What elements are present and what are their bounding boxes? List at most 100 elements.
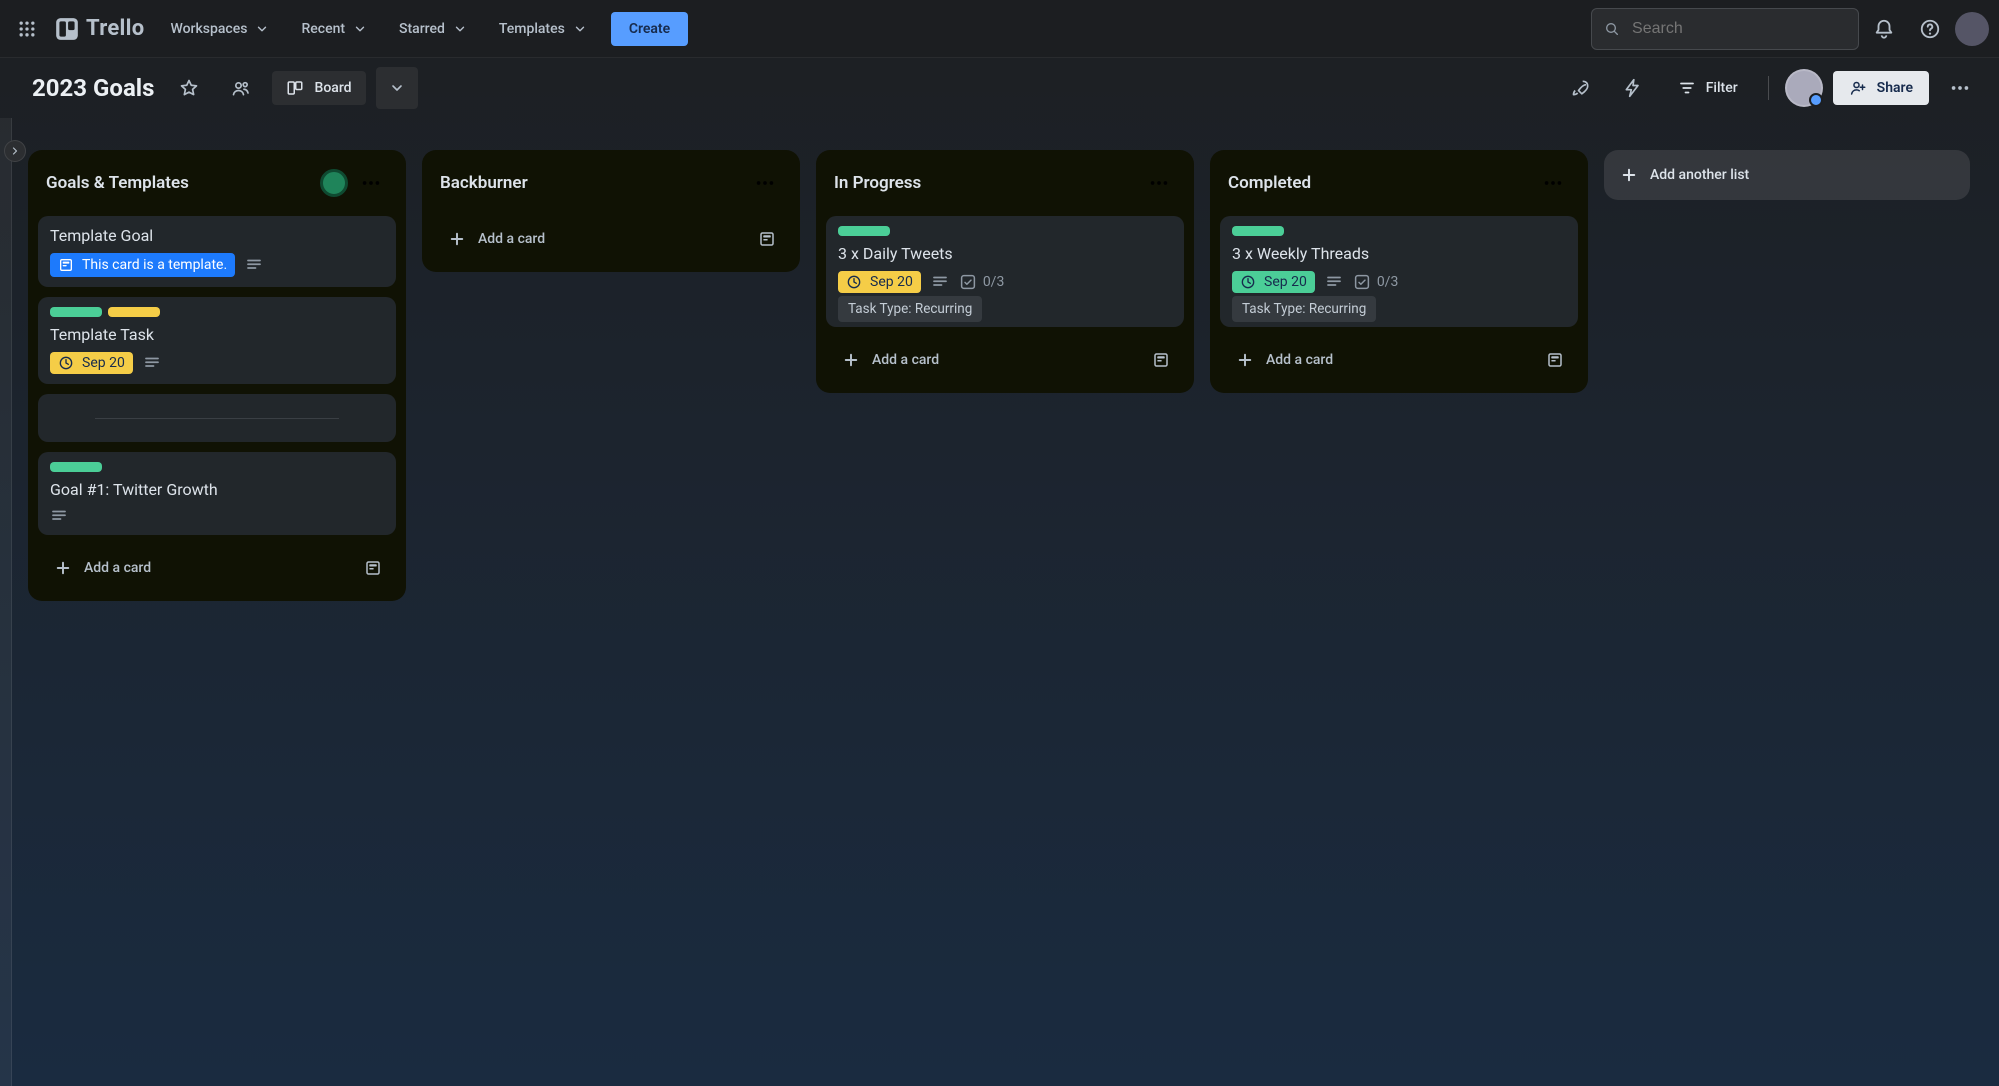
search-icon xyxy=(1604,20,1620,38)
separator-card[interactable] xyxy=(38,394,396,442)
user-avatar[interactable] xyxy=(1955,12,1989,46)
description-icon xyxy=(50,507,68,525)
card[interactable]: 3 x Daily TweetsSep 200/3Task Type: Recu… xyxy=(826,216,1184,327)
board-menu-button[interactable] xyxy=(1939,67,1981,109)
add-card-button[interactable]: Add a card xyxy=(832,343,949,377)
powerups-button[interactable] xyxy=(1560,67,1602,109)
list-goals: Goals & Templates Template Goal This car… xyxy=(28,150,406,601)
nav-templates[interactable]: Templates xyxy=(485,13,601,45)
view-switcher-board[interactable]: Board xyxy=(272,71,365,105)
share-label: Share xyxy=(1877,80,1913,96)
list-menu-button[interactable] xyxy=(1142,166,1176,200)
checklist-count: 0/3 xyxy=(983,274,1005,290)
description-icon xyxy=(245,256,263,274)
filter-label: Filter xyxy=(1706,80,1738,96)
custom-field-chip: Task Type: Recurring xyxy=(1232,296,1376,322)
checklist-badge: 0/3 xyxy=(959,273,1005,291)
trello-logo[interactable]: Trello xyxy=(54,16,145,42)
label-green[interactable] xyxy=(50,307,102,317)
card-title: 3 x Weekly Threads xyxy=(1232,244,1566,263)
chevron-down-icon xyxy=(573,22,587,36)
card[interactable]: Goal #1: Twitter Growth xyxy=(38,452,396,535)
member-avatar[interactable] xyxy=(1785,69,1823,107)
template-pill: This card is a template. xyxy=(50,253,235,277)
board-canvas: Goals & Templates Template Goal This car… xyxy=(0,118,1999,1086)
list-footer: Add a card xyxy=(1220,337,1578,383)
nav-workspaces-label: Workspaces xyxy=(171,21,248,37)
create-from-template-button[interactable] xyxy=(356,551,390,585)
share-button[interactable]: Share xyxy=(1833,71,1929,105)
list-footer: Add a card xyxy=(826,337,1184,383)
card-labels xyxy=(1232,226,1566,236)
sidebar-expand-button[interactable] xyxy=(4,140,26,162)
nav-recent[interactable]: Recent xyxy=(287,13,381,45)
board-icon xyxy=(286,79,304,97)
board-title[interactable]: 2023 Goals xyxy=(32,74,154,102)
card-title: 3 x Daily Tweets xyxy=(838,244,1172,263)
create-button[interactable]: Create xyxy=(611,12,688,46)
list-status-badge xyxy=(320,169,348,197)
brand-name: Trello xyxy=(86,16,145,41)
star-button[interactable] xyxy=(168,67,210,109)
list-header: In Progress xyxy=(826,160,1184,206)
card-labels xyxy=(50,462,384,472)
sidebar-collapsed[interactable] xyxy=(0,118,12,1086)
card[interactable]: 3 x Weekly Threads Sep 20 0/3Task Type: Re… xyxy=(1220,216,1578,327)
filter-button[interactable]: Filter xyxy=(1664,71,1752,105)
create-from-template-button[interactable] xyxy=(1144,343,1178,377)
card-title: Template Task xyxy=(50,325,384,344)
card-badges: Sep 20 0/3 xyxy=(838,271,1172,293)
label-yellow[interactable] xyxy=(108,307,160,317)
card[interactable]: Template Goal This card is a template. xyxy=(38,216,396,287)
nav-templates-label: Templates xyxy=(499,21,565,37)
topbar: Trello Workspaces Recent Starred Templat… xyxy=(0,0,1999,58)
list-title[interactable]: In Progress xyxy=(834,173,921,193)
card-title: Goal #1: Twitter Growth xyxy=(50,480,384,499)
due-date-badge[interactable]: Sep 20 xyxy=(50,352,133,374)
add-card-button[interactable]: Add a card xyxy=(44,551,161,585)
add-card-label: Add a card xyxy=(872,352,939,368)
due-date-badge[interactable]: Sep 20 xyxy=(1232,271,1315,293)
view-switcher-label: Board xyxy=(314,80,351,96)
create-from-template-button[interactable] xyxy=(750,222,784,256)
separator-line xyxy=(95,418,338,419)
list-completed: Completed 3 x Weekly Threads Sep 20 0/3Tas… xyxy=(1210,150,1588,393)
create-from-template-button[interactable] xyxy=(1538,343,1572,377)
list-menu-button[interactable] xyxy=(1536,166,1570,200)
list-inprogress: In Progress 3 x Daily TweetsSep 200/3Tas… xyxy=(816,150,1194,393)
add-card-button[interactable]: Add a card xyxy=(438,222,555,256)
search-input[interactable] xyxy=(1591,8,1859,50)
nav-starred-label: Starred xyxy=(399,21,445,37)
list-title[interactable]: Backburner xyxy=(440,173,528,193)
nav-starred[interactable]: Starred xyxy=(385,13,481,45)
visibility-button[interactable] xyxy=(220,67,262,109)
add-list-label: Add another list xyxy=(1650,167,1749,183)
search-field[interactable] xyxy=(1630,19,1846,39)
nav-recent-label: Recent xyxy=(301,21,345,37)
chevron-down-icon xyxy=(453,22,467,36)
list-menu-button[interactable] xyxy=(748,166,782,200)
automation-button[interactable] xyxy=(1612,67,1654,109)
help-button[interactable] xyxy=(1909,8,1951,50)
add-card-button[interactable]: Add a card xyxy=(1226,343,1343,377)
list-title[interactable]: Completed xyxy=(1228,173,1311,193)
card[interactable]: Template Task Sep 20 xyxy=(38,297,396,384)
nav-workspaces[interactable]: Workspaces xyxy=(157,13,284,45)
card-labels xyxy=(838,226,1172,236)
view-switcher-dropdown[interactable] xyxy=(376,67,418,109)
label-green[interactable] xyxy=(1232,226,1284,236)
due-date-badge[interactable]: Sep 20 xyxy=(838,271,921,293)
description-icon xyxy=(931,273,949,291)
due-date-text: Sep 20 xyxy=(1264,274,1307,290)
card-title: Template Goal xyxy=(50,226,384,245)
label-green[interactable] xyxy=(50,462,102,472)
notifications-button[interactable] xyxy=(1863,8,1905,50)
checklist-count: 0/3 xyxy=(1377,274,1399,290)
list-title[interactable]: Goals & Templates xyxy=(46,173,189,193)
apps-button[interactable] xyxy=(6,8,48,50)
list-menu-button[interactable] xyxy=(354,166,388,200)
label-green[interactable] xyxy=(838,226,890,236)
add-list-button[interactable]: Add another list xyxy=(1604,150,1970,200)
template-pill-label: This card is a template. xyxy=(82,257,227,273)
add-card-label: Add a card xyxy=(478,231,545,247)
